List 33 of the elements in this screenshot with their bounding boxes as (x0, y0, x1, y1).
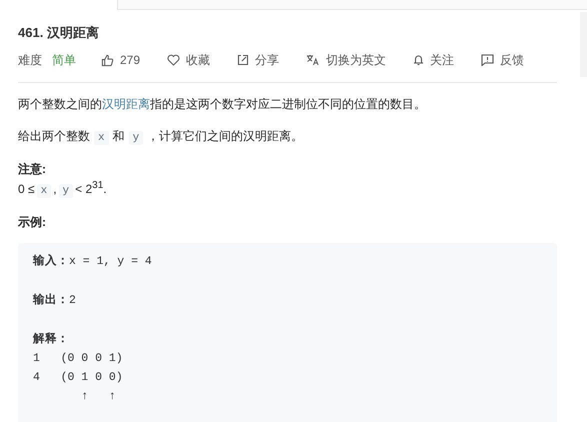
inline-code: x (36, 184, 52, 198)
note-heading: 注意: (18, 161, 47, 177)
difficulty-value: 简单 (52, 52, 76, 68)
constraint-text: 0 ≤ x , y < 2$^{31}$. (18, 179, 108, 200)
translate-button[interactable]: 切换为英文 (306, 52, 386, 68)
code-line: ↑ ↑ (80, 390, 116, 403)
example-heading: 示例: (18, 214, 47, 230)
term-link[interactable]: 汉明距离 (102, 97, 150, 111)
inline-code: y (128, 131, 144, 145)
description-paragraph: 给出两个整数 x 和 y ，计算它们之间的汉明距离。 (18, 128, 304, 147)
problem-title: 461. 汉明距离 (18, 24, 100, 42)
description-paragraph: 两个整数之间的汉明距离指的是这两个数字对应二进制位不同的位置的数目。 (18, 96, 427, 113)
feedback-button[interactable]: 反馈 (481, 52, 524, 68)
share-icon (237, 54, 250, 66)
follow-button[interactable]: 关注 (413, 52, 454, 68)
code-line: 2 (69, 294, 76, 307)
code-line: x = 1, y = 4 (69, 255, 152, 268)
code-label: 输出： (33, 294, 69, 306)
inline-code: x (94, 131, 109, 145)
translate-icon (306, 54, 320, 66)
difficulty-label: 难度 (18, 52, 42, 68)
like-button[interactable]: 279 (101, 53, 140, 67)
code-line: 4 (0 1 0 0) (33, 371, 123, 384)
code-label: 解释： (33, 333, 69, 345)
share-button[interactable]: 分享 (237, 52, 280, 68)
thumbs-up-icon (101, 54, 114, 66)
inline-code: y (58, 184, 74, 198)
code-label: 输入： (33, 255, 69, 267)
heart-icon (167, 54, 180, 66)
bell-icon (413, 54, 424, 66)
favorite-button[interactable]: 收藏 (167, 52, 210, 68)
code-line: 1 (0 0 0 1) (33, 352, 123, 365)
comment-icon (481, 54, 494, 66)
